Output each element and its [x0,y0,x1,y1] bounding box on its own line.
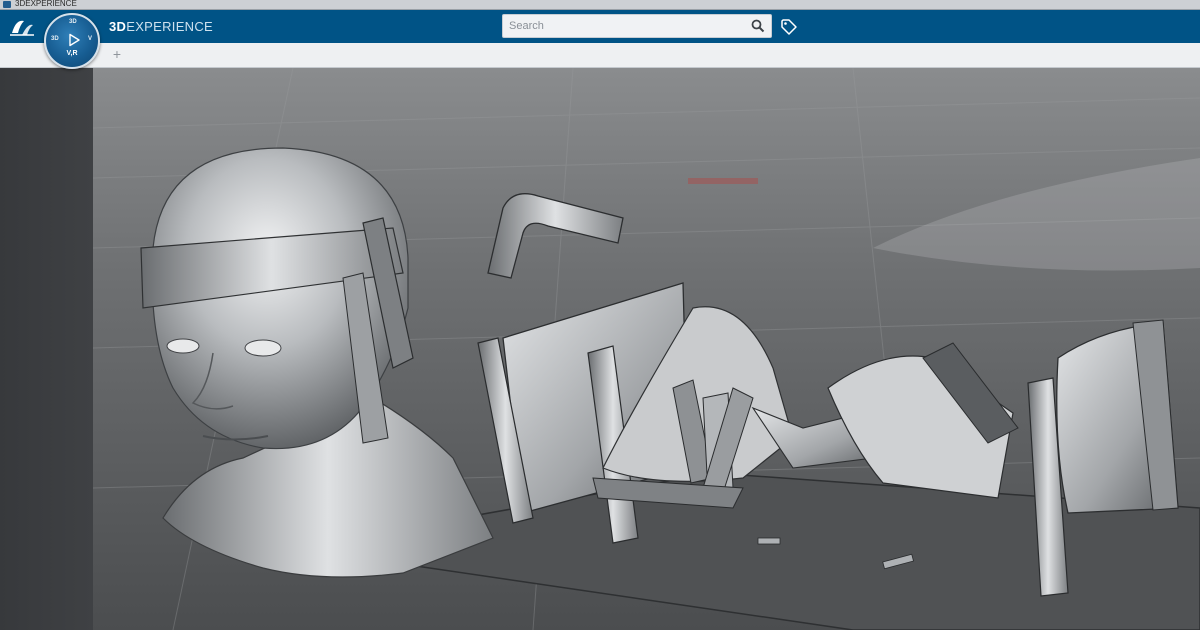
compass-segment-top[interactable]: 3D [69,19,77,26]
compass-segment-left[interactable]: 3D [51,36,59,43]
brand-part-experience: EXPERIENCE [126,19,214,34]
top-bar: 3DEXPERIENCE [0,10,1200,43]
add-tab-button[interactable]: + [110,46,124,62]
brand-title: 3DEXPERIENCE [109,19,213,34]
3d-scene [93,68,1200,630]
ds-logo-icon[interactable] [8,15,36,39]
left-panel [0,68,93,630]
floor-marking [688,178,758,184]
search-input[interactable] [509,18,739,34]
compass-widget[interactable]: 3D 3D V V,R [44,13,100,69]
play-icon[interactable] [67,33,81,47]
search-box [502,14,772,38]
compass-segment-right[interactable]: V [88,36,92,43]
tab-strip: + [0,43,1200,68]
app-icon [3,1,11,8]
search-icon[interactable] [751,19,765,33]
os-window-titlebar: 3DEXPERIENCE [0,0,1200,10]
scrap-piece [757,537,781,545]
window-title: 3DEXPERIENCE [15,0,77,8]
brand-part-3d: 3D [109,19,127,34]
compass-version: V,R [66,50,78,57]
tag-icon[interactable] [780,18,798,36]
3d-viewport[interactable] [93,68,1200,630]
